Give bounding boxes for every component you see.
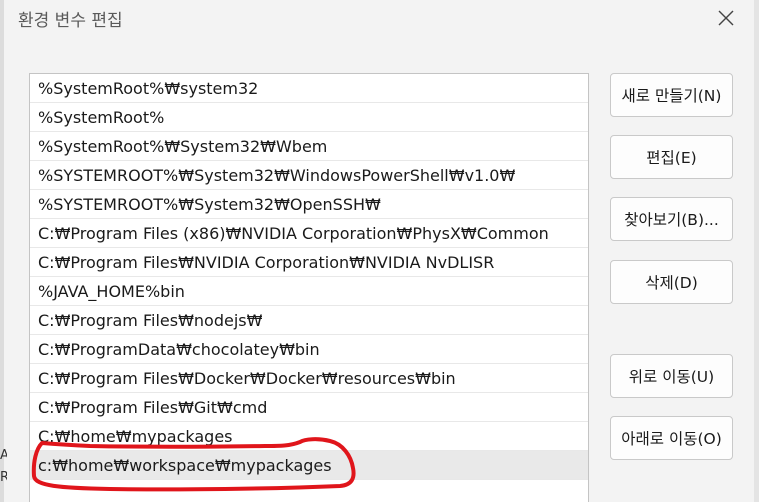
path-list[interactable]: %SystemRoot%₩system32 %SystemRoot% %Syst… (29, 73, 589, 502)
path-list-item[interactable]: C:₩ProgramData₩chocolatey₩bin (30, 335, 588, 364)
path-list-item[interactable]: %SystemRoot%₩System32₩Wbem (30, 132, 588, 161)
path-list-item[interactable]: C:₩Program Files₩nodejs₩ (30, 306, 588, 335)
background-window-edge (0, 0, 4, 502)
path-list-item[interactable]: %SystemRoot%₩system32 (30, 74, 588, 103)
close-icon (718, 10, 734, 26)
browse-button[interactable]: 찾아보기(B)... (610, 197, 733, 241)
path-list-item[interactable]: C:₩Program Files₩NVIDIA Corporation₩NVID… (30, 248, 588, 277)
path-list-item[interactable]: %JAVA_HOME%bin (30, 277, 588, 306)
path-list-item[interactable]: C:₩home₩mypackages (30, 422, 588, 451)
dialog-title: 환경 변수 편집 (18, 11, 123, 31)
path-list-item[interactable]: %SYSTEMROOT%₩System32₩WindowsPowerShell₩… (30, 161, 588, 190)
background-window-text: R (0, 470, 7, 485)
background-window-edge-right (754, 0, 759, 502)
delete-button[interactable]: 삭제(D) (610, 260, 733, 304)
move-down-button[interactable]: 아래로 이동(O) (610, 416, 733, 460)
move-up-button[interactable]: 위로 이동(U) (610, 354, 733, 398)
path-list-item[interactable]: %SYSTEMROOT%₩System32₩OpenSSH₩ (30, 190, 588, 219)
path-list-item[interactable]: C:₩Program Files (x86)₩NVIDIA Corporatio… (30, 219, 588, 248)
path-list-item[interactable]: C:₩Program Files₩Git₩cmd (30, 393, 588, 422)
path-list-item[interactable]: C:₩Program Files₩Docker₩Docker₩resources… (30, 364, 588, 393)
path-list-item-selected[interactable]: c:₩home₩workspace₩mypackages (30, 451, 588, 480)
edit-button[interactable]: 편집(E) (610, 135, 733, 179)
path-list-item[interactable]: %SystemRoot% (30, 103, 588, 132)
new-button[interactable]: 새로 만들기(N) (610, 73, 733, 117)
background-window-text: A (0, 448, 7, 463)
close-button[interactable] (706, 4, 746, 32)
